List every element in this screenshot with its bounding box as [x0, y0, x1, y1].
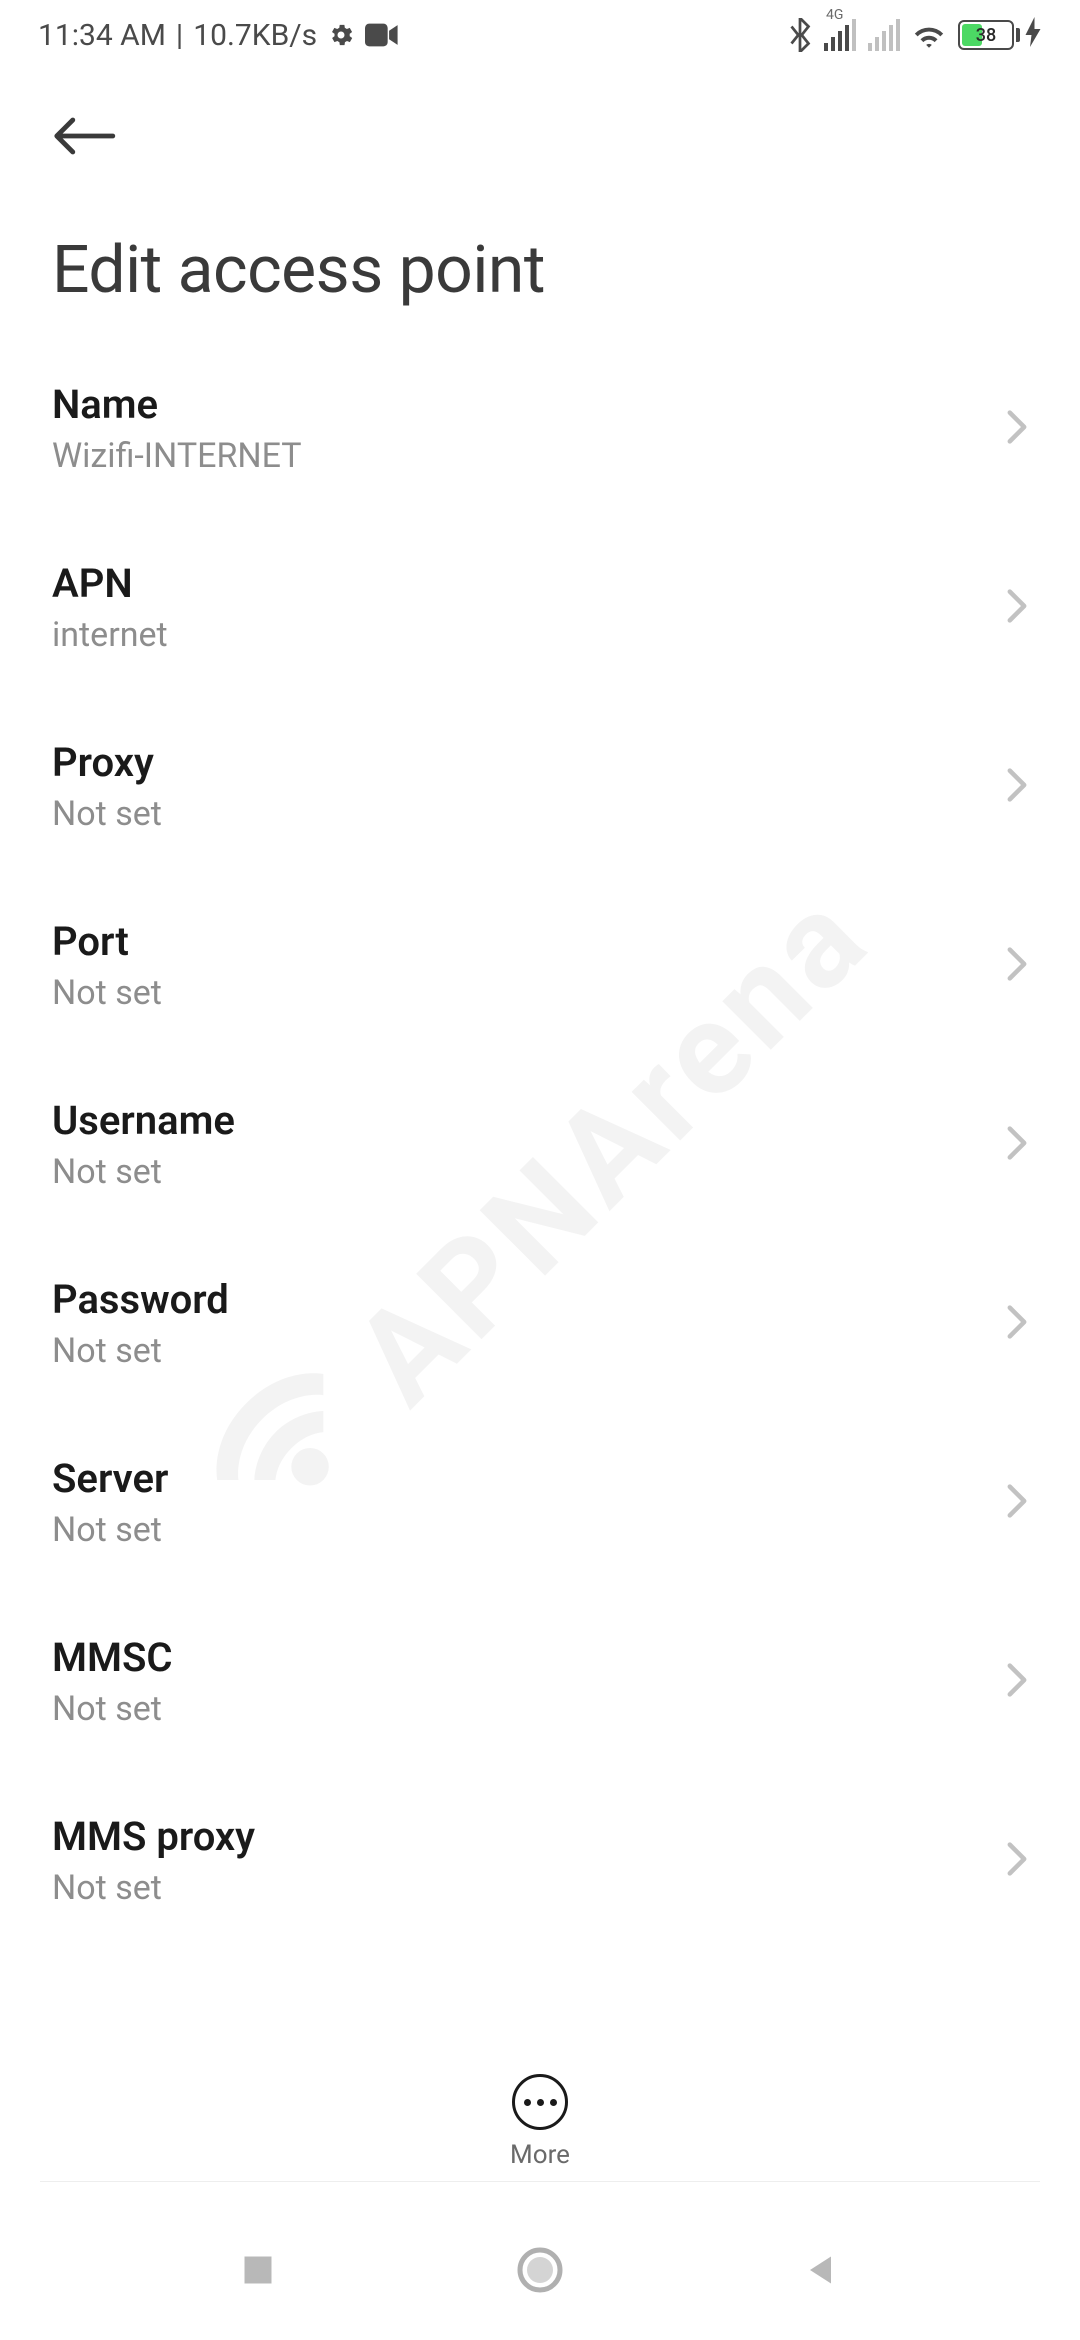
- signal-sim1: 4G: [824, 19, 856, 51]
- setting-label: Port: [52, 918, 162, 965]
- circle-icon: [516, 2246, 564, 2294]
- square-icon: [240, 2252, 276, 2288]
- setting-value: Not set: [52, 1868, 255, 1908]
- setting-value: Wizifi-INTERNET: [52, 436, 302, 476]
- status-bar: 11:34 AM | 10.7KB/s 4G 38: [0, 0, 1080, 70]
- chevron-right-icon: [1006, 409, 1028, 449]
- chevron-right-icon: [1006, 1483, 1028, 1523]
- setting-apn[interactable]: APN internet: [0, 518, 1080, 697]
- battery-indicator: 38: [958, 17, 1042, 54]
- setting-value: Not set: [52, 1152, 235, 1192]
- more-label: More: [510, 2140, 570, 2170]
- setting-server[interactable]: Server Not set: [0, 1413, 1080, 1592]
- page-title: Edit access point: [0, 162, 1080, 339]
- setting-proxy[interactable]: Proxy Not set: [0, 697, 1080, 876]
- setting-label: Name: [52, 381, 302, 428]
- setting-label: Username: [52, 1097, 235, 1144]
- wifi-icon: [912, 21, 946, 49]
- nav-home-button[interactable]: [516, 2246, 564, 2294]
- chevron-right-icon: [1006, 946, 1028, 986]
- setting-value: Not set: [52, 1689, 173, 1729]
- apn-settings-list: Name Wizifi-INTERNET APN internet Proxy …: [0, 339, 1080, 1950]
- setting-name[interactable]: Name Wizifi-INTERNET: [0, 339, 1080, 518]
- more-button[interactable]: [512, 2074, 568, 2130]
- gear-icon: [327, 21, 355, 49]
- chevron-right-icon: [1006, 1125, 1028, 1165]
- arrow-left-icon: [52, 114, 116, 158]
- chevron-right-icon: [1006, 767, 1028, 807]
- setting-value: Not set: [52, 1510, 168, 1550]
- triangle-left-icon: [804, 2250, 840, 2290]
- chevron-right-icon: [1006, 1662, 1028, 1702]
- chevron-right-icon: [1006, 1841, 1028, 1881]
- setting-mms-proxy[interactable]: MMS proxy Not set: [0, 1771, 1080, 1950]
- nav-recent-button[interactable]: [240, 2252, 276, 2288]
- setting-password[interactable]: Password Not set: [0, 1234, 1080, 1413]
- status-speed: 10.7KB/s: [193, 18, 317, 53]
- navigation-bar: [0, 2200, 1080, 2340]
- status-sep: |: [176, 18, 183, 53]
- nav-back-button[interactable]: [804, 2250, 840, 2290]
- setting-value: Not set: [52, 973, 162, 1013]
- signal-sim2: [868, 19, 900, 51]
- setting-label: Proxy: [52, 739, 162, 786]
- setting-label: APN: [52, 560, 168, 607]
- bluetooth-icon: [788, 18, 812, 52]
- setting-label: Password: [52, 1276, 229, 1323]
- status-time: 11:34 AM: [38, 18, 166, 53]
- setting-value: Not set: [52, 794, 162, 834]
- back-button[interactable]: [52, 114, 116, 158]
- setting-label: Server: [52, 1455, 168, 1502]
- chevron-right-icon: [1006, 1304, 1028, 1344]
- setting-mmsc[interactable]: MMSC Not set: [0, 1592, 1080, 1771]
- setting-value: Not set: [52, 1331, 229, 1371]
- setting-username[interactable]: Username Not set: [0, 1055, 1080, 1234]
- chevron-right-icon: [1006, 588, 1028, 628]
- setting-label: MMS proxy: [52, 1813, 255, 1860]
- setting-value: internet: [52, 615, 168, 655]
- charging-icon: [1024, 17, 1042, 54]
- more-icon: [524, 2099, 531, 2106]
- setting-label: MMSC: [52, 1634, 173, 1681]
- video-icon: [365, 23, 399, 47]
- setting-port[interactable]: Port Not set: [0, 876, 1080, 1055]
- divider: [40, 2181, 1040, 2182]
